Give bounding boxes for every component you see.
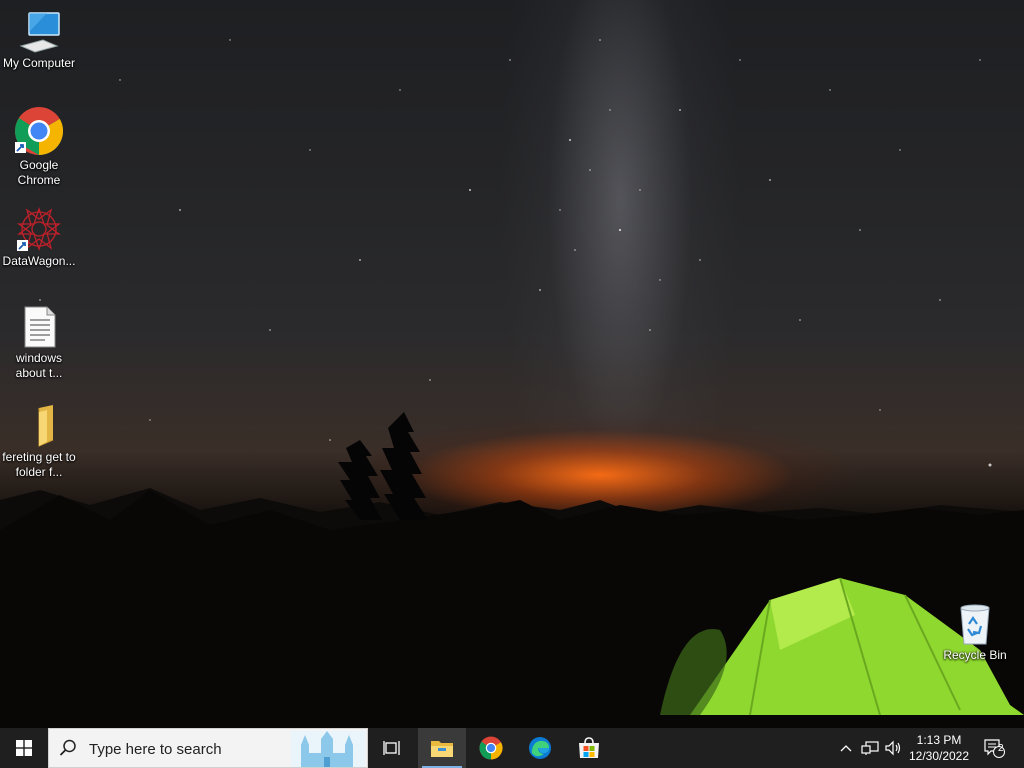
chrome-taskbar-button[interactable]: [467, 728, 515, 768]
clock-date: 12/30/2022: [908, 749, 970, 763]
windows-logo-icon: [16, 740, 32, 756]
file-explorer-icon: [431, 741, 453, 757]
desktop-icon-recycle-bin[interactable]: Recycle Bin: [937, 602, 1013, 663]
chrome-icon: [15, 107, 64, 155]
edge-icon: [529, 737, 551, 759]
desktop-icon-label: Recycle Bin: [943, 648, 1007, 662]
notification-count-badge: 2: [998, 743, 1004, 754]
start-button[interactable]: [0, 728, 48, 768]
text-document-icon: [24, 306, 56, 348]
desktop-icon-folder[interactable]: fereting get to folder f...: [1, 404, 77, 480]
system-tray: 1:13 PM 12/30/2022 2: [832, 728, 1024, 768]
desktop-icon-my-computer[interactable]: My Computer: [1, 10, 77, 71]
file-explorer-taskbar-button[interactable]: [418, 728, 466, 768]
clock-time: 1:13 PM: [916, 733, 962, 747]
search-box[interactable]: Type here to search: [48, 728, 368, 768]
network-button[interactable]: [858, 728, 882, 768]
desktop-icon-datawagon[interactable]: DataWagon...: [1, 206, 77, 269]
search-icon: [59, 739, 76, 756]
recycle-bin-icon: [960, 604, 990, 645]
clock[interactable]: 1:13 PM 12/30/2022: [902, 732, 976, 764]
datawagon-icon: [17, 206, 61, 252]
desktop-icon-windows-about[interactable]: windows about t...: [1, 305, 77, 381]
chevron-up-icon: [840, 745, 852, 752]
action-center-button[interactable]: 2: [980, 728, 1008, 768]
desktop-icon-label: windows about t...: [15, 351, 63, 380]
mountain-landscape: [0, 412, 1024, 728]
task-view-icon: [383, 741, 400, 755]
desktop-icon-label: My Computer: [2, 56, 76, 70]
show-hidden-icons-button[interactable]: [834, 728, 858, 768]
chrome-icon: [479, 736, 503, 760]
monitor-icon: [19, 12, 60, 53]
taskbar: Type here to search 1:13 PM 12/30/2022 2: [0, 728, 1024, 768]
speaker-icon: [885, 740, 901, 756]
folder-icon: [38, 405, 54, 447]
network-icon: [861, 741, 879, 755]
edge-taskbar-button[interactable]: [516, 728, 564, 768]
desktop-icon-label: DataWagon...: [2, 254, 76, 268]
store-taskbar-button[interactable]: [565, 728, 613, 768]
desktop-icon-label: fereting get to folder f...: [2, 450, 76, 479]
search-highlight-castle-icon: [291, 731, 365, 767]
desktop-wallpaper: My Computer Google Chrome DataWagon... w…: [0, 0, 1024, 728]
desktop-icon-label: Google Chrome: [17, 158, 61, 187]
task-view-button[interactable]: [368, 728, 416, 768]
store-icon: [579, 737, 599, 758]
desktop-icon-google-chrome[interactable]: Google Chrome: [1, 106, 77, 188]
search-placeholder: Type here to search: [89, 741, 222, 758]
